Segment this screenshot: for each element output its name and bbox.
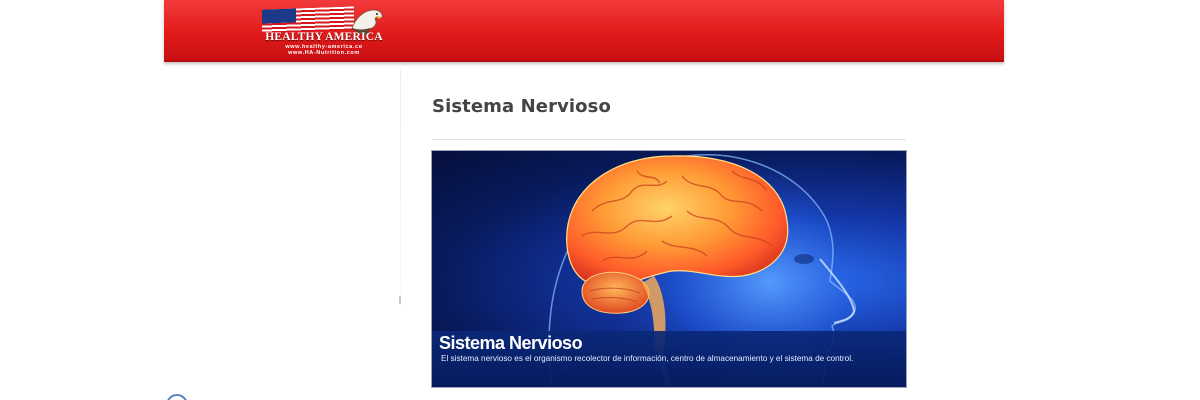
site-logo[interactable]: HEALTHY AMERICA www.healthy-america.co w… [262,6,386,56]
logo-title: HEALTHY AMERICA [265,31,383,43]
banner-title: Sistema Nervioso [439,333,583,353]
logo-url-2: www.HA-Nutrition.com [288,50,360,56]
banner-caption: Sistema Nervioso El sistema nervioso es … [432,331,906,387]
us-flag-icon [262,6,354,34]
site-header: HEALTHY AMERICA www.healthy-america.co w… [164,0,1004,62]
sidebar-divider [400,70,401,310]
sidebar-marker [399,296,401,304]
hero-banner: Sistema Nervioso El sistema nervioso es … [431,150,907,388]
circle-icon[interactable] [166,394,188,400]
page-title: Sistema Nervioso [432,96,611,118]
page: HEALTHY AMERICA www.healthy-america.co w… [0,0,1200,400]
banner-description: El sistema nervioso es el organismo reco… [441,354,854,363]
title-divider [432,139,906,140]
